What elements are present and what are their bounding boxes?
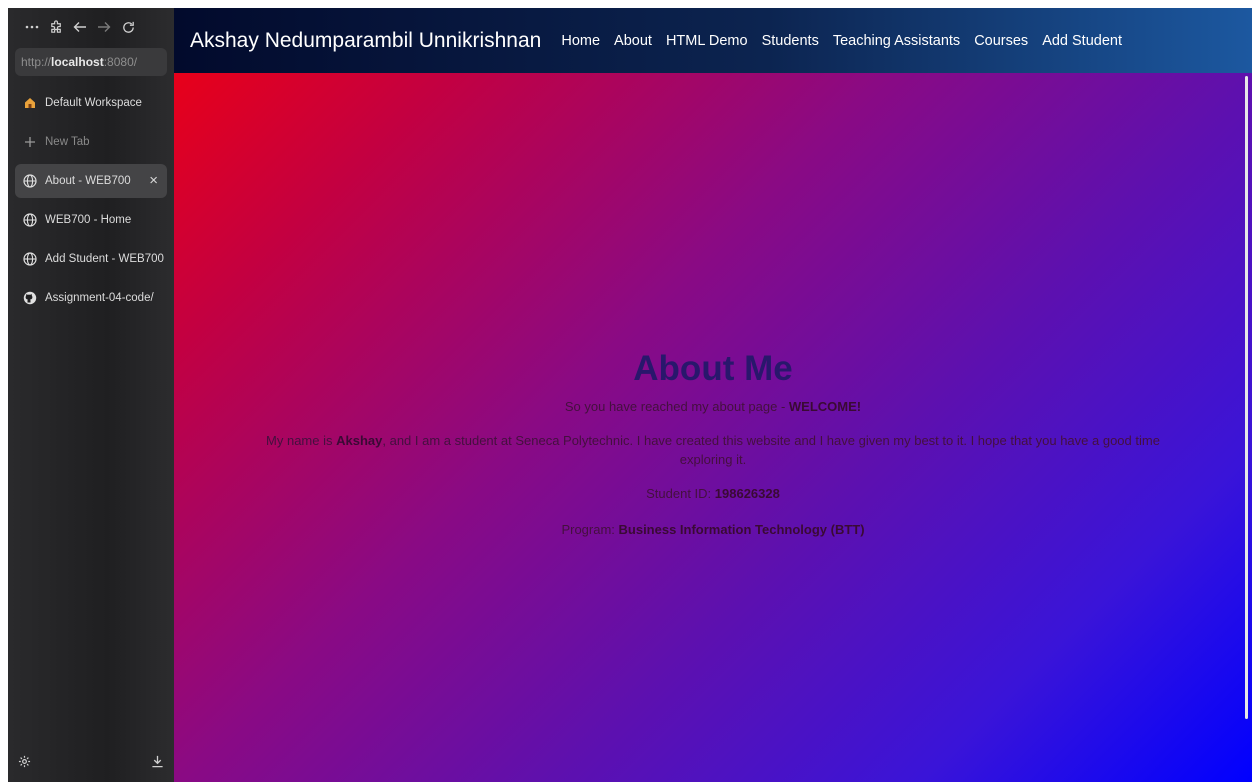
student-id-value: 198626328: [714, 486, 780, 501]
welcome-line: So you have reached my about page - WELC…: [174, 397, 1252, 416]
tab-label: Assignment-04-code/: [45, 292, 154, 304]
intro-text-b: , and I am a student at Seneca Polytechn…: [382, 433, 1160, 467]
welcome-text: So you have reached my about page -: [564, 399, 789, 414]
tab-list: Default Workspace New Tab About - WEB700…: [8, 86, 174, 315]
site-navbar: Akshay Nedumparambil Unnikrishnan Home A…: [174, 8, 1252, 73]
tab-about[interactable]: About - WEB700 ×: [15, 164, 167, 198]
nav-courses[interactable]: Courses: [974, 33, 1028, 49]
page-title: About Me: [633, 349, 793, 388]
welcome-bold: WELCOME!: [788, 399, 862, 414]
settings-icon[interactable]: [18, 755, 31, 773]
forward-arrow-icon[interactable]: [92, 15, 116, 39]
workspace-selector[interactable]: Default Workspace: [15, 86, 167, 120]
tab-add-student[interactable]: Add Student - WEB700: [15, 242, 167, 276]
extensions-icon[interactable]: [44, 15, 68, 39]
nav-students[interactable]: Students: [762, 33, 819, 49]
page-scrollbar[interactable]: [1245, 76, 1248, 719]
globe-icon: [23, 252, 37, 266]
nav-about[interactable]: About: [614, 33, 652, 49]
new-tab-button[interactable]: New Tab: [15, 125, 167, 159]
url-rest: :8080/: [103, 55, 138, 69]
about-section: About Me So you have reached my about pa…: [174, 345, 1252, 539]
browser-window: http://localhost:8080/ Default Workspace…: [8, 8, 1252, 782]
url-host: localhost: [51, 55, 104, 69]
sidebar-footer: [18, 754, 164, 774]
program-label: Program:: [561, 522, 619, 537]
globe-icon: [23, 213, 37, 227]
reload-icon[interactable]: [116, 15, 140, 39]
new-tab-label: New Tab: [45, 136, 90, 148]
web-page: Akshay Nedumparambil Unnikrishnan Home A…: [174, 8, 1252, 782]
student-id-line: Student ID: 198626328: [174, 484, 1252, 503]
student-id-label: Student ID:: [646, 486, 715, 501]
workspace-label: Default Workspace: [45, 97, 142, 109]
more-options-icon[interactable]: [20, 15, 44, 39]
intro-name: Akshay: [336, 433, 383, 448]
nav-html-demo[interactable]: HTML Demo: [666, 33, 748, 49]
back-arrow-icon[interactable]: [68, 15, 92, 39]
address-bar[interactable]: http://localhost:8080/: [15, 48, 167, 76]
globe-icon: [23, 174, 37, 188]
site-brand[interactable]: Akshay Nedumparambil Unnikrishnan: [190, 29, 541, 53]
tab-label: Add Student - WEB700: [45, 253, 164, 265]
close-tab-icon[interactable]: ×: [149, 173, 158, 189]
program-value: Business Information Technology (BTT): [618, 522, 865, 537]
program-line: Program: Business Information Technology…: [174, 520, 1252, 539]
tab-assignment-code[interactable]: Assignment-04-code/: [15, 281, 167, 315]
tab-label: WEB700 - Home: [45, 214, 132, 226]
browser-sidebar: http://localhost:8080/ Default Workspace…: [8, 8, 174, 782]
tab-home[interactable]: WEB700 - Home: [15, 203, 167, 237]
intro-paragraph: My name is Akshay, and I am a student at…: [253, 431, 1173, 469]
workspace-icon: [23, 96, 37, 110]
browser-toolbar: [8, 8, 174, 46]
tab-label: About - WEB700: [45, 175, 131, 187]
nav-add-student[interactable]: Add Student: [1042, 33, 1122, 49]
github-icon: [23, 291, 37, 305]
downloads-icon[interactable]: [151, 755, 164, 773]
nav-teaching-assistants[interactable]: Teaching Assistants: [833, 33, 960, 49]
url-scheme: http://: [21, 55, 52, 69]
nav-home[interactable]: Home: [561, 33, 600, 49]
plus-icon: [23, 135, 37, 149]
intro-text-a: My name is: [266, 433, 337, 448]
